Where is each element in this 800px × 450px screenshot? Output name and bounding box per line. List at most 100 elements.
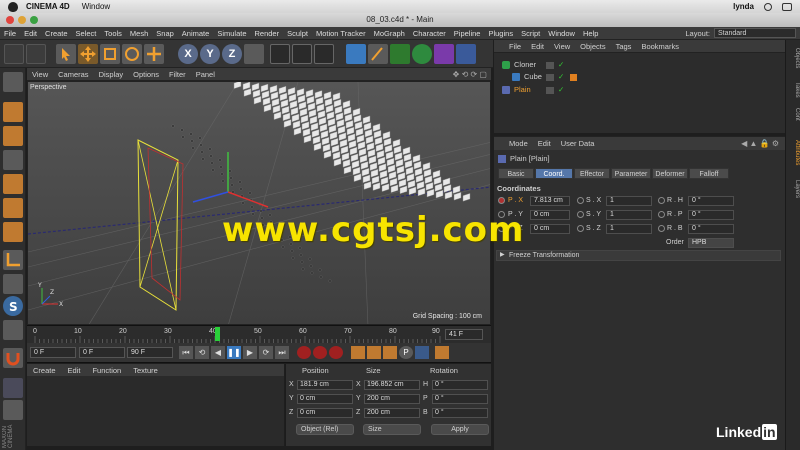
coord-mode-dropdown[interactable]: Object (Rel) — [296, 424, 354, 435]
menu-edit[interactable]: Edit — [20, 29, 41, 38]
material-menu-create[interactable]: Create — [27, 366, 62, 375]
menu-motion-tracker[interactable]: Motion Tracker — [312, 29, 370, 38]
enabled-check-icon[interactable]: ✓ — [558, 59, 564, 71]
attr-nav-icons[interactable]: ◀ ▲ 🔒 ⚙ — [741, 139, 779, 148]
menu-create[interactable]: Create — [41, 29, 72, 38]
record-keys-icon[interactable] — [297, 346, 311, 359]
menu-window[interactable]: Window — [544, 29, 579, 38]
undo-icon[interactable] — [4, 44, 24, 64]
render-picture-viewer-icon[interactable] — [292, 44, 312, 64]
texture-mode-icon[interactable] — [3, 126, 23, 146]
go-to-start-icon[interactable]: ⏮ — [179, 346, 193, 359]
close-window-button[interactable] — [6, 16, 14, 24]
objects-menu-bookmarks[interactable]: Bookmarks — [636, 42, 684, 51]
field-r-b[interactable]: 0 ° — [688, 224, 734, 234]
coord-apply-button[interactable]: Apply — [431, 424, 489, 435]
start-frame-field[interactable]: 0 F — [30, 347, 76, 358]
window-menu[interactable]: Window — [82, 2, 110, 11]
app-menu[interactable]: CINEMA 4D — [26, 2, 70, 11]
timeline-ruler[interactable]: 0 10 20 30 40 50 60 70 80 90 41 F — [27, 325, 491, 343]
playhead[interactable] — [215, 327, 220, 341]
attr-menu-edit[interactable]: Edit — [533, 139, 556, 148]
menu-snap[interactable]: Snap — [152, 29, 178, 38]
timeline-icon[interactable] — [435, 346, 449, 359]
field-p-y[interactable]: 0 cm — [530, 210, 570, 220]
scene-render[interactable]: Y XZ — [28, 82, 491, 325]
menu-plugins[interactable]: Plugins — [484, 29, 517, 38]
go-to-end-icon[interactable]: ⏭ — [275, 346, 289, 359]
key-dot-rb[interactable] — [658, 225, 665, 232]
object-row-cloner[interactable]: Cloner ✓ — [494, 59, 785, 71]
field-r-h[interactable]: 0 ° — [688, 196, 734, 206]
pen-spline-icon[interactable] — [368, 44, 388, 64]
field-s-x[interactable]: 1 — [606, 196, 652, 206]
keyframe-selection-icon[interactable] — [329, 346, 343, 359]
object-row-cube[interactable]: Cube ✓ — [494, 71, 785, 83]
viewport-menu-cameras[interactable]: Cameras — [53, 70, 93, 79]
objects-menu-edit[interactable]: Edit — [526, 42, 549, 51]
field-s-z[interactable]: 1 — [606, 224, 652, 234]
workplane-mode-icon[interactable] — [3, 150, 23, 170]
scale-tool-icon[interactable] — [100, 44, 120, 64]
coord-pos-y-field[interactable]: 0 cm — [297, 394, 353, 404]
field-s-y[interactable]: 1 — [606, 210, 652, 220]
menu-help[interactable]: Help — [579, 29, 602, 38]
menu-mesh[interactable]: Mesh — [126, 29, 152, 38]
objects-menu-view[interactable]: View — [549, 42, 575, 51]
material-manager-area[interactable] — [27, 376, 284, 446]
menu-mograph[interactable]: MoGraph — [370, 29, 409, 38]
workplane-grid-icon[interactable] — [3, 320, 23, 340]
paint-grid-icon[interactable] — [3, 378, 23, 398]
rotate-tool-icon[interactable] — [122, 44, 142, 64]
attr-menu-mode[interactable]: Mode — [504, 139, 533, 148]
key-dot-rp[interactable] — [658, 211, 665, 218]
visibility-icon[interactable] — [546, 74, 554, 81]
tab-falloff[interactable]: Falloff — [689, 168, 729, 179]
attr-menu-user-data[interactable]: User Data — [556, 139, 600, 148]
objects-menu-objects[interactable]: Objects — [575, 42, 610, 51]
enabled-check-icon[interactable]: ✓ — [558, 71, 564, 83]
sculpt-icon[interactable] — [3, 400, 23, 420]
objects-menu-tags[interactable]: Tags — [611, 42, 637, 51]
add-tool-icon[interactable] — [144, 44, 164, 64]
key-dot-px[interactable] — [498, 197, 505, 204]
search-icon[interactable] — [764, 2, 772, 11]
previous-key-icon[interactable]: ⟲ — [195, 346, 209, 359]
z-axis-lock-icon[interactable]: Z — [222, 44, 242, 64]
user-name[interactable]: lynda — [733, 2, 754, 11]
coord-size-z-field[interactable]: 200 cm — [364, 408, 420, 418]
material-menu-texture[interactable]: Texture — [127, 366, 164, 375]
snap-icon[interactable]: S — [3, 296, 23, 316]
tab-effector[interactable]: Effector — [574, 168, 610, 179]
subdivision-surface-icon[interactable] — [390, 44, 410, 64]
side-tab-attributes[interactable]: Attributes — [787, 140, 800, 165]
tab-deformer[interactable]: Deformer — [652, 168, 688, 179]
axis-mode-icon[interactable] — [3, 250, 23, 270]
menu-render[interactable]: Render — [251, 29, 284, 38]
side-tab-takes[interactable]: Takes — [787, 82, 800, 98]
material-menu-function[interactable]: Function — [86, 366, 127, 375]
tag-icon[interactable] — [570, 74, 577, 81]
floor-scene-icon[interactable] — [456, 44, 476, 64]
field-r-p[interactable]: 0 ° — [688, 210, 734, 220]
material-menu-edit[interactable]: Edit — [62, 366, 87, 375]
side-tab-objects[interactable]: Objects — [787, 48, 800, 68]
pause-icon[interactable]: ❚❚ — [227, 346, 241, 359]
object-row-plain[interactable]: Plain ✓ — [494, 84, 785, 96]
viewport-nav-icons[interactable]: ✥ ⟲ ⟳ ▢ — [453, 70, 487, 79]
key-dot-sz[interactable] — [577, 225, 584, 232]
autokey-icon[interactable] — [313, 346, 327, 359]
perspective-viewport[interactable]: Perspective Y X Z Grid Spacing: 100 cm — [27, 81, 491, 325]
render-settings-icon[interactable] — [314, 44, 334, 64]
viewport-menu-view[interactable]: View — [27, 70, 53, 79]
x-axis-lock-icon[interactable]: X — [178, 44, 198, 64]
key-dot-rh[interactable] — [658, 197, 665, 204]
zoom-window-button[interactable] — [30, 16, 38, 24]
previous-frame-icon[interactable]: ◀ — [211, 346, 225, 359]
make-editable-icon[interactable] — [3, 72, 23, 92]
magnet-icon[interactable] — [3, 348, 23, 368]
deformer-icon[interactable] — [434, 44, 454, 64]
side-tab-content[interactable]: Cont — [787, 108, 800, 121]
side-tab-layers[interactable]: Layers — [787, 180, 800, 198]
tab-coord[interactable]: Coord. — [535, 168, 573, 179]
